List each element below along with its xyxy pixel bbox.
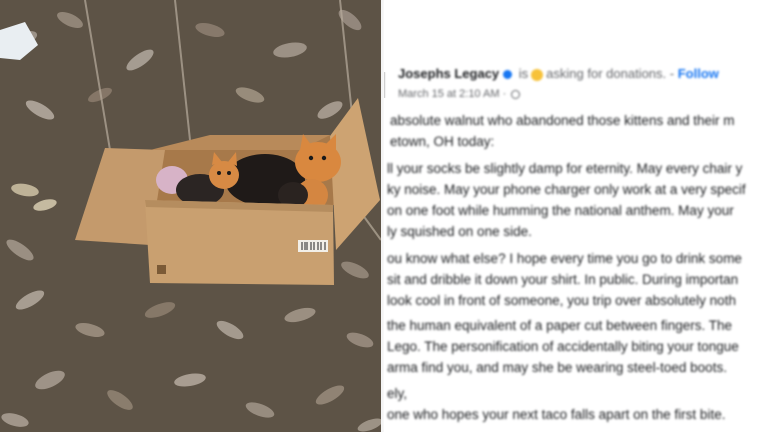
meta-dot: · xyxy=(502,88,507,100)
is-text: is xyxy=(518,66,529,81)
post-text-line: ll your socks be slightly damp for etern… xyxy=(387,161,743,176)
post-text-line: look cool in front of someone, you trip … xyxy=(387,293,736,308)
post-text-line: on one foot while humming the national a… xyxy=(387,203,734,218)
asking-text: asking for donations. xyxy=(546,66,667,81)
author-name[interactable]: Josephs Legacy xyxy=(398,66,499,81)
facebook-post-screenshot: Josephs Legacy is asking for donations. -… xyxy=(384,0,768,432)
post-timestamp[interactable]: March 15 at 2:10 AM xyxy=(398,88,500,100)
globe-icon xyxy=(511,89,521,99)
post-text-line: one who hopes your next taco falls apart… xyxy=(387,407,726,422)
follow-link[interactable]: Follow xyxy=(678,66,719,81)
post-text-line: the human equivalent of a paper cut betw… xyxy=(387,318,732,333)
post-text-line: sit and dribble it down your shirt. In p… xyxy=(387,272,739,287)
post-text-line: ely, xyxy=(387,386,408,401)
post-text-line: ou know what else? I hope every time you… xyxy=(387,251,742,266)
post-text-line: ky noise. May your phone charger only wo… xyxy=(387,182,746,197)
post-text-line: Lego. The personification of accidentall… xyxy=(387,339,739,354)
separator: - xyxy=(669,66,675,81)
kittens-photo xyxy=(0,0,381,432)
post-header: Josephs Legacy is asking for donations. -… xyxy=(398,66,719,81)
post-text-line: absolute walnut who abandoned those kitt… xyxy=(390,113,735,128)
box-mark xyxy=(157,265,166,274)
verified-badge-icon xyxy=(503,70,513,80)
post-text-line: etown, OH today: xyxy=(390,134,495,149)
post-meta: March 15 at 2:10 AM · xyxy=(398,88,521,100)
post-text-line: arma find you, and may she be wearing st… xyxy=(387,360,727,375)
kittens-photo-illustration xyxy=(0,0,381,432)
post-text-line: ly squished on one side. xyxy=(387,224,532,239)
emoji-icon xyxy=(531,68,544,81)
